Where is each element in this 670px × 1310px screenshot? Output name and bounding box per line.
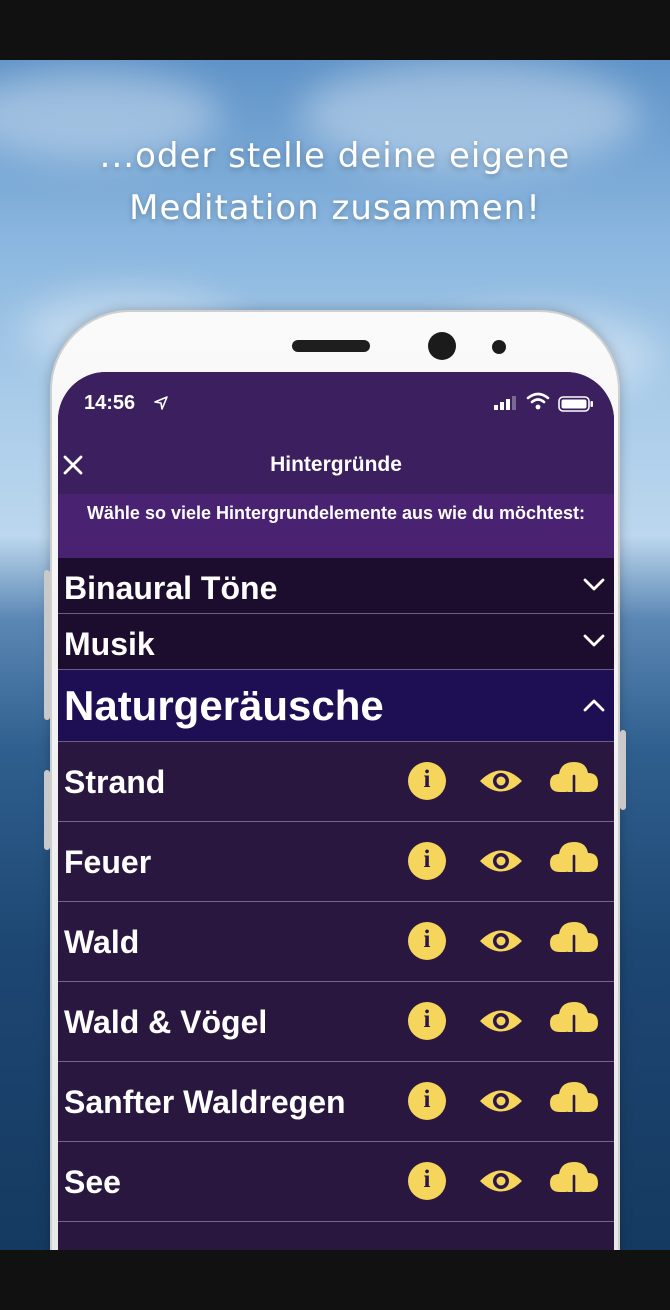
list-item[interactable]: Sanfter Waldregen i (58, 1062, 614, 1142)
wifi-icon (526, 392, 550, 410)
phone-camera (428, 332, 456, 360)
item-label: Sanfter Waldregen (64, 1084, 346, 1120)
chevron-down-icon (583, 578, 605, 591)
eye-icon[interactable] (478, 1164, 524, 1198)
item-label: Wald & Vögel (64, 1004, 268, 1040)
section-label: Naturgeräusche (64, 682, 384, 729)
page-title: Hintergründe (270, 453, 402, 476)
nav-bar: Hintergründe (58, 434, 614, 494)
app-screen: 14:56 Hintergründe Wähle so viele Hinter… (58, 372, 614, 1250)
section-label: Musik (64, 626, 155, 662)
eye-icon[interactable] (478, 1004, 524, 1038)
phone-frame: 14:56 Hintergründe Wähle so viele Hinter… (50, 310, 620, 1250)
cellular-signal-icon (494, 396, 516, 410)
section-label: Binaural Töne (64, 570, 278, 606)
info-button[interactable]: i (408, 922, 446, 960)
list-item[interactable]: Wald i (58, 902, 614, 982)
cloud-download-icon[interactable] (548, 996, 600, 1046)
cloud-download-icon[interactable] (548, 756, 600, 806)
instruction-banner: Wähle so viele Hintergrundelemente aus w… (58, 494, 614, 558)
status-bar: 14:56 (58, 372, 614, 434)
info-icon: i (423, 1086, 431, 1113)
location-arrow-icon (154, 396, 168, 410)
list-item[interactable]: Strand i (58, 742, 614, 822)
info-button[interactable]: i (408, 762, 446, 800)
list-item-partial (58, 1222, 614, 1250)
cloud-download-icon[interactable] (548, 916, 600, 966)
info-icon: i (423, 846, 431, 873)
headline-line-2: Meditation zusammen! (129, 188, 541, 228)
status-time: 14:56 (84, 392, 136, 414)
eye-icon[interactable] (478, 924, 524, 958)
info-icon: i (423, 766, 431, 793)
list-item[interactable]: Feuer i (58, 822, 614, 902)
section-binaural[interactable]: Binaural Töne (58, 558, 614, 614)
top-letterbox (0, 0, 670, 60)
chevron-up-icon (583, 699, 605, 712)
eye-icon[interactable] (478, 844, 524, 878)
background-scene: ...oder stelle deine eigene Meditation z… (0, 60, 670, 1250)
phone-side-button (44, 770, 50, 850)
cloud-download-icon[interactable] (548, 1076, 600, 1126)
section-naturgeraeusche[interactable]: Naturgeräusche (58, 670, 614, 742)
cloud-download-icon[interactable] (548, 836, 600, 886)
phone-speaker (292, 340, 370, 352)
phone-side-button (44, 570, 50, 720)
info-icon: i (423, 1166, 431, 1193)
info-icon: i (423, 926, 431, 953)
battery-icon (558, 396, 593, 412)
headline-line-1: ...oder stelle deine eigene (99, 136, 571, 176)
eye-icon[interactable] (478, 764, 524, 798)
list-item[interactable]: Wald & Vögel i (58, 982, 614, 1062)
item-label: See (64, 1164, 121, 1200)
info-button[interactable]: i (408, 842, 446, 880)
info-button[interactable]: i (408, 1082, 446, 1120)
phone-sensor (492, 340, 506, 354)
item-label: Feuer (64, 844, 152, 880)
info-button[interactable]: i (408, 1002, 446, 1040)
section-musik[interactable]: Musik (58, 614, 614, 670)
phone-side-button (620, 730, 626, 810)
chevron-down-icon (583, 634, 605, 647)
cloud-download-icon[interactable] (548, 1156, 600, 1206)
eye-icon[interactable] (478, 1084, 524, 1118)
item-label: Wald (64, 924, 140, 960)
info-icon: i (423, 1006, 431, 1033)
promo-headline: ...oder stelle deine eigene Meditation z… (0, 130, 670, 234)
info-button[interactable]: i (408, 1162, 446, 1200)
item-label: Strand (64, 764, 166, 800)
bottom-letterbox (0, 1250, 670, 1310)
list-item[interactable]: See i (58, 1142, 614, 1222)
